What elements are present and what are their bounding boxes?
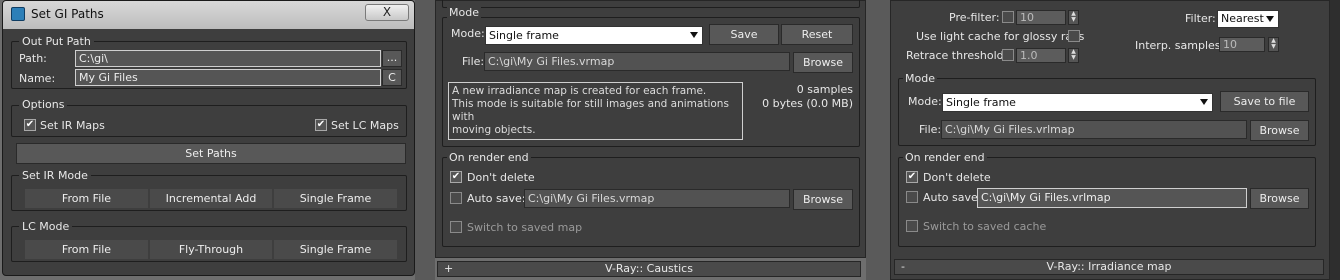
- options-group-label: Options: [19, 98, 68, 111]
- lc-switch-checkbox[interactable]: [906, 220, 918, 232]
- name-clear-button[interactable]: C: [382, 69, 402, 86]
- ir-incremental-add-button[interactable]: Incremental Add: [150, 189, 272, 208]
- irr-save-button[interactable]: Save: [709, 24, 779, 45]
- irr-mode-group-label: Mode: [447, 6, 481, 19]
- set-lc-maps-checkbox[interactable]: ✔: [315, 119, 327, 131]
- lc-interp-label: Interp. samples:: [1135, 39, 1225, 52]
- name-label: Name:: [19, 72, 56, 85]
- irr-mode-description: A new irradiance map is created for each…: [448, 82, 743, 140]
- lc-mode-select-value: Single frame: [946, 96, 1016, 109]
- chevron-down-icon: [690, 32, 698, 38]
- spinner-arrows-icon[interactable]: ▲ ▼: [1068, 48, 1079, 63]
- irr-dont-delete-label: Don't delete: [467, 171, 535, 184]
- lc-switch-label: Switch to saved cache: [923, 220, 1047, 233]
- lc-retrace-label: Retrace threshold:: [906, 49, 1008, 62]
- irr-description-line: A new irradiance map is created for each…: [452, 85, 707, 97]
- path-field[interactable]: C:\gi\: [75, 50, 381, 67]
- irradiance-map-rollout-label: V-Ray:: Irradiance map: [1046, 260, 1172, 273]
- close-button[interactable]: X: [365, 4, 409, 21]
- lc-retrace-checkbox[interactable]: [1002, 49, 1014, 61]
- lc-filter-label: Filter:: [1185, 12, 1216, 25]
- rollout-expand-icon: +: [444, 262, 454, 275]
- lc-glossy-checkbox[interactable]: [1068, 30, 1080, 42]
- chevron-down-icon: [1200, 99, 1208, 105]
- lc-auto-browse-button[interactable]: Browse: [1250, 188, 1309, 209]
- irr-description-line: moving objects.: [452, 124, 536, 136]
- chevron-down-icon: [1266, 16, 1274, 22]
- lc-retrace-spinner[interactable]: 1.0: [1016, 48, 1066, 63]
- lc-save-to-file-button[interactable]: Save to file: [1220, 91, 1309, 112]
- irr-auto-browse-button[interactable]: Browse: [793, 189, 853, 210]
- irr-bytes-text: 0 bytes (0.0 MB): [762, 97, 853, 110]
- set-ir-maps-checkbox[interactable]: ✔: [24, 119, 36, 131]
- lc-auto-save-label: Auto save:: [923, 191, 982, 204]
- rollout-collapse-icon: -: [901, 260, 905, 273]
- lc-from-file-button[interactable]: From File: [25, 240, 148, 259]
- ir-mode-group-label: Set IR Mode: [19, 169, 91, 182]
- lc-file-label: File:: [919, 123, 942, 136]
- lc-prefilter-spinner[interactable]: 10: [1016, 10, 1066, 25]
- irr-auto-save-checkbox[interactable]: [450, 192, 462, 204]
- irr-reset-button[interactable]: Reset: [781, 24, 853, 45]
- lc-render-end-label: On render end: [903, 151, 987, 164]
- lc-glossy-label: Use light cache for glossy rays: [916, 30, 1085, 43]
- irradiance-top-group: [442, 0, 860, 8]
- path-label: Path:: [19, 52, 47, 65]
- irr-mode-label: Mode:: [451, 27, 485, 40]
- lc-interp-spinner[interactable]: 10: [1219, 37, 1265, 52]
- app-icon: [11, 7, 25, 21]
- irr-samples-text: 0 samples: [796, 83, 853, 96]
- irr-mode-select-value: Single frame: [489, 29, 559, 42]
- irr-file-label: File:: [462, 55, 485, 68]
- name-field[interactable]: My Gi Files: [75, 69, 381, 86]
- irr-mode-select[interactable]: Single frame: [485, 26, 703, 45]
- lc-prefilter-checkbox[interactable]: [1002, 11, 1014, 23]
- lc-dont-delete-label: Don't delete: [923, 171, 991, 184]
- irr-auto-save-field[interactable]: C:\gi\My Gi Files.vrmap: [524, 189, 790, 208]
- spinner-arrows-icon[interactable]: ▲ ▼: [1068, 10, 1079, 25]
- path-browse-button[interactable]: ...: [382, 50, 402, 67]
- irr-render-end-label: On render end: [447, 151, 531, 164]
- lc-browse-button[interactable]: Browse: [1250, 120, 1309, 141]
- background-strip: [415, 0, 435, 280]
- spinner-arrows-icon[interactable]: ▲ ▼: [1268, 37, 1279, 52]
- scrollbar[interactable]: [1330, 0, 1340, 280]
- irr-description-line: This mode is suitable for still images a…: [452, 98, 729, 123]
- output-path-group-label: Out Put Path: [19, 35, 94, 48]
- lc-single-frame-button[interactable]: Single Frame: [274, 240, 397, 259]
- lc-fly-through-button[interactable]: Fly-Through: [150, 240, 272, 259]
- lc-auto-save-field[interactable]: C:\gi\My Gi Files.vrlmap: [977, 188, 1247, 208]
- lc-mode-label: Mode:: [908, 95, 942, 108]
- irradiance-map-rollout-header[interactable]: - V-Ray:: Irradiance map: [894, 259, 1324, 275]
- lc-dont-delete-checkbox[interactable]: ✔: [906, 171, 918, 183]
- irr-switch-label: Switch to saved map: [467, 221, 583, 234]
- title-bar[interactable]: Set GI Paths X: [3, 1, 414, 29]
- lc-mode-select[interactable]: Single frame: [942, 93, 1213, 112]
- caustics-rollout-header[interactable]: + V-Ray:: Caustics: [437, 261, 861, 277]
- irr-dont-delete-checkbox[interactable]: ✔: [450, 171, 462, 183]
- irr-auto-save-label: Auto save:: [467, 192, 526, 205]
- set-ir-maps-label: Set IR Maps: [40, 119, 105, 132]
- lc-auto-save-checkbox[interactable]: [906, 191, 918, 203]
- lc-mode-group-label: Mode: [903, 72, 937, 85]
- lc-mode-group-label: LC Mode: [19, 220, 73, 233]
- lc-filter-select-value: Nearest: [1221, 12, 1264, 25]
- lc-filter-select[interactable]: Nearest: [1217, 10, 1279, 28]
- irr-browse-button[interactable]: Browse: [793, 52, 853, 73]
- set-paths-button[interactable]: Set Paths: [16, 143, 406, 164]
- dialog-title: Set GI Paths: [31, 7, 104, 21]
- lc-prefilter-label: Pre-filter:: [949, 11, 1000, 24]
- set-lc-maps-label: Set LC Maps: [331, 119, 399, 132]
- background-strip: [866, 0, 890, 280]
- ir-from-file-button[interactable]: From File: [25, 189, 148, 208]
- irr-file-field[interactable]: C:\gi\My Gi Files.vrmap: [484, 52, 790, 71]
- ir-single-frame-button[interactable]: Single Frame: [274, 189, 397, 208]
- set-gi-paths-dialog: Set GI Paths X Out Put Path Path: C:\gi\…: [2, 0, 415, 276]
- caustics-rollout-label: V-Ray:: Caustics: [605, 262, 693, 275]
- irr-switch-checkbox[interactable]: [450, 221, 462, 233]
- lc-file-field[interactable]: C:\gi\My Gi Files.vrlmap: [941, 120, 1247, 139]
